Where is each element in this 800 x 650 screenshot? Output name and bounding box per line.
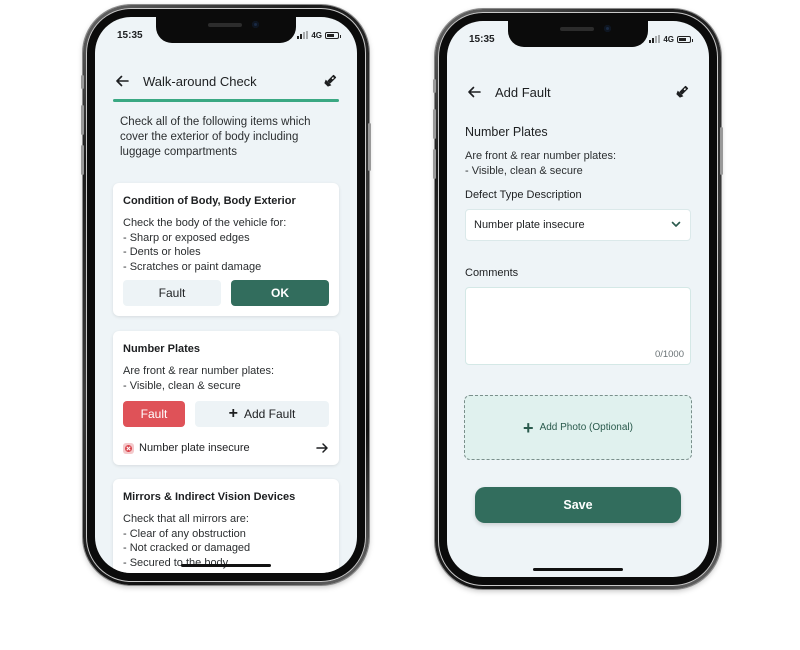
fault-list-item[interactable]: Number plate insecure — [123, 441, 329, 455]
phone-frame-add-fault: 15:35 4G Add Fault Number Plates Are fro… — [433, 9, 723, 589]
plus-icon: + — [523, 417, 534, 438]
add-photo-label: Add Photo (Optional) — [539, 422, 633, 433]
defect-type-select[interactable]: Number plate insecure — [465, 209, 691, 241]
battery-icon — [325, 31, 341, 39]
fault-x-icon — [123, 442, 134, 454]
volume-up-button — [81, 105, 84, 135]
comments-counter: 0/1000 — [654, 349, 684, 360]
progress-bar — [113, 99, 339, 102]
flashlight-icon[interactable] — [673, 83, 691, 101]
walkaround-screen: 15:35 4G Walk-around Check Check all of … — [95, 17, 357, 573]
phone-frame-walkaround: 15:35 4G Walk-around Check Check all of … — [81, 5, 371, 585]
fault-button[interactable]: Fault — [123, 401, 185, 427]
home-indicator — [533, 568, 623, 571]
intro-text: Check all of the following items which c… — [120, 116, 311, 158]
home-indicator — [181, 564, 271, 567]
comments-label: Comments — [465, 267, 519, 279]
plus-icon: + — [228, 405, 238, 422]
volume-down-button — [81, 145, 84, 175]
battery-icon — [677, 35, 693, 43]
add-fault-button[interactable]: + Add Fault — [195, 401, 329, 427]
page-title: Walk-around Check — [143, 73, 257, 89]
card-title: Mirrors & Indirect Vision Devices — [123, 491, 296, 503]
signal-icon — [649, 35, 661, 43]
fault-label: Number plate insecure — [139, 442, 250, 454]
comments-input[interactable]: 0/1000 — [465, 287, 691, 365]
card-title: Condition of Body, Body Exterior — [123, 195, 296, 207]
notch — [156, 17, 296, 43]
card-description: Check that all mirrors are: - Clear of a… — [123, 513, 251, 569]
check-card-mirrors: Mirrors & Indirect Vision Devices Check … — [113, 479, 339, 573]
add-photo-button[interactable]: + Add Photo (Optional) — [464, 395, 692, 460]
mute-switch — [433, 79, 436, 93]
status-time: 15:35 — [469, 33, 495, 45]
defect-type-label: Defect Type Description — [465, 189, 582, 201]
back-arrow-icon[interactable] — [465, 83, 483, 101]
back-arrow-icon[interactable] — [113, 72, 131, 90]
add-fault-screen: 15:35 4G Add Fault Number Plates Are fro… — [447, 21, 709, 577]
save-button[interactable]: Save — [475, 487, 681, 523]
notch — [508, 21, 648, 47]
status-time: 15:35 — [117, 29, 143, 41]
item-title: Number Plates — [465, 125, 548, 139]
volume-up-button — [433, 109, 436, 139]
app-header: Walk-around Check — [113, 69, 339, 93]
network-type: 4G — [311, 30, 322, 40]
item-description: Are front & rear number plates: - Visibl… — [465, 150, 617, 177]
fault-button[interactable]: Fault — [123, 280, 221, 306]
ok-button[interactable]: OK — [231, 280, 329, 306]
card-description: Are front & rear number plates: - Visibl… — [123, 365, 275, 392]
power-button — [720, 127, 723, 175]
check-card-number-plates: Number Plates Are front & rear number pl… — [113, 331, 339, 465]
card-description: Check the body of the vehicle for: - Sha… — [123, 217, 287, 273]
add-fault-label: Add Fault — [243, 407, 296, 421]
progress-fill — [113, 99, 339, 102]
defect-type-value: Number plate insecure — [474, 219, 585, 231]
flashlight-icon[interactable] — [321, 72, 339, 90]
app-header: Add Fault — [465, 80, 691, 104]
power-button — [368, 123, 371, 171]
card-title: Number Plates — [123, 343, 201, 355]
mute-switch — [81, 75, 84, 89]
page-title: Add Fault — [495, 84, 551, 100]
chevron-down-icon — [670, 218, 682, 233]
network-type: 4G — [663, 34, 674, 44]
volume-down-button — [433, 149, 436, 179]
check-card-body-exterior: Condition of Body, Body Exterior Check t… — [113, 183, 339, 316]
signal-icon — [297, 31, 309, 39]
arrow-right-icon[interactable] — [315, 441, 329, 455]
